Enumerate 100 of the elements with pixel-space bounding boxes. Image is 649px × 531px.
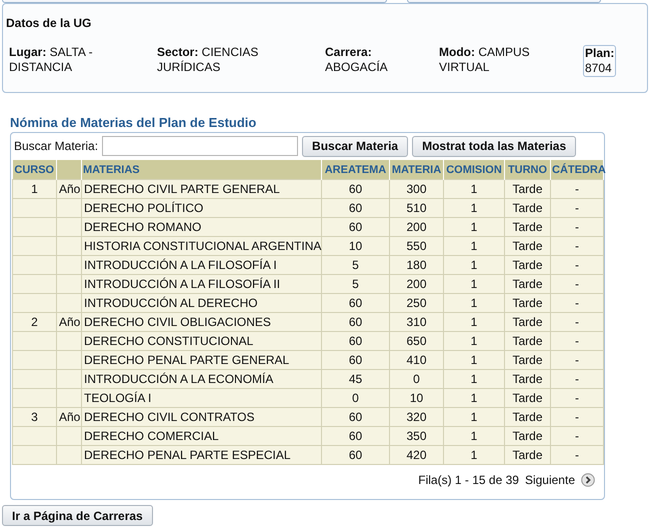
column-header[interactable]: CURSO [12, 160, 56, 180]
table-cell: - [550, 332, 604, 350]
table-cell: Año [56, 312, 82, 332]
table-cell: INTRODUCCIÓN A LA FILOSOFÍA I [82, 256, 322, 274]
table-cell [12, 426, 56, 446]
table-cell: DERECHO COMERCIAL [82, 426, 322, 446]
table-cell: - [550, 312, 604, 332]
table-cell: - [550, 218, 604, 236]
column-header[interactable]: MATERIA [390, 160, 444, 180]
table-cell: - [550, 350, 604, 370]
table-cell [12, 256, 56, 274]
column-header[interactable]: AREATEMA [322, 160, 390, 180]
table-cell: 60 [322, 332, 390, 350]
table-cell: 10 [322, 236, 390, 256]
table-cell: 45 [322, 370, 390, 388]
column-header[interactable]: MATERIAS [82, 160, 322, 180]
table-cell: Tarde [504, 312, 550, 332]
table-cell: DERECHO ROMANO [82, 218, 322, 236]
tab[interactable] [407, 0, 601, 3]
table-cell: Tarde [504, 446, 550, 464]
table-cell: 1 [444, 408, 504, 426]
table-cell: 60 [322, 426, 390, 446]
table-cell [56, 274, 82, 294]
table-cell [12, 198, 56, 218]
table-cell [56, 332, 82, 350]
table-cell [12, 332, 56, 350]
table-cell: - [550, 294, 604, 312]
table-cell: 1 [444, 370, 504, 388]
table-cell: 5 [322, 274, 390, 294]
search-button[interactable]: Mostrat toda las Materias [412, 136, 576, 156]
table-cell: 310 [390, 312, 444, 332]
table-cell: DERECHO CONSTITUCIONAL [82, 332, 322, 350]
table-cell: Tarde [504, 198, 550, 218]
table-cell: Tarde [504, 388, 550, 408]
table-cell: 1 [444, 256, 504, 274]
info-field: Sector: CIENCIAS JURÍDICAS [157, 45, 325, 77]
search-label: Buscar Materia: [14, 139, 98, 153]
table-cell: 0 [390, 370, 444, 388]
plan-field: Plan: 8704 [583, 45, 616, 77]
table-cell: - [550, 408, 604, 426]
table-cell: 510 [390, 198, 444, 218]
table-cell: DERECHO PENAL PARTE GENERAL [82, 350, 322, 370]
back-button[interactable]: Ir a Página de Carreras [2, 505, 153, 526]
table-cell: 200 [390, 218, 444, 236]
table-cell: INTRODUCCIÓN A LA ECONOMÍA [82, 370, 322, 388]
search-field[interactable] [102, 136, 298, 156]
table-cell: - [550, 274, 604, 294]
tab[interactable] [2, 0, 387, 3]
table-cell [56, 294, 82, 312]
table-cell: 60 [322, 198, 390, 218]
table-cell [56, 198, 82, 218]
table-cell: 60 [322, 218, 390, 236]
table-cell: - [550, 388, 604, 408]
table-cell: Tarde [504, 294, 550, 312]
table-cell: Tarde [504, 218, 550, 236]
table-cell: Tarde [504, 236, 550, 256]
table-cell: 60 [322, 294, 390, 312]
table-cell: 1 [444, 426, 504, 446]
table-cell: - [550, 236, 604, 256]
info-field: Modo: CAMPUS VIRTUAL [439, 45, 583, 77]
table-cell: Tarde [504, 256, 550, 274]
table-cell: Tarde [504, 274, 550, 294]
table-cell: 1 [444, 236, 504, 256]
table-cell: INTRODUCCIÓN AL DERECHO [82, 294, 322, 312]
section-title: Nómina de Materias del Plan de Estudio [10, 115, 258, 130]
table-cell: 1 [444, 446, 504, 464]
table-cell: 1 [444, 180, 504, 198]
table-cell: DERECHO CIVIL CONTRATOS [82, 408, 322, 426]
column-header[interactable] [56, 160, 82, 180]
table-cell: 5 [322, 256, 390, 274]
table-cell [12, 388, 56, 408]
info-field: Carrera: ABOGACÍA [325, 45, 425, 77]
table-cell: DERECHO CIVIL OBLIGACIONES [82, 312, 322, 332]
table-cell [56, 350, 82, 370]
table-cell [12, 370, 56, 388]
table-cell: - [550, 370, 604, 388]
column-header[interactable]: COMISION [444, 160, 504, 180]
table-cell: Año [56, 180, 82, 198]
table-cell: - [550, 180, 604, 198]
table-cell: DERECHO POLÍTICO [82, 198, 322, 218]
table-cell [12, 350, 56, 370]
table-cell [12, 274, 56, 294]
table-cell [12, 236, 56, 256]
table-cell: 350 [390, 426, 444, 446]
table-cell [12, 218, 56, 236]
table-cell: - [550, 446, 604, 464]
table-cell [12, 294, 56, 312]
table-cell [56, 426, 82, 446]
table-cell: - [550, 256, 604, 274]
next-link[interactable]: Siguiente [524, 473, 575, 487]
table-cell: Tarde [504, 350, 550, 370]
table-cell [56, 388, 82, 408]
table-cell: Tarde [504, 408, 550, 426]
table-cell [12, 446, 56, 464]
table-cell: TEOLOGÍA I [82, 388, 322, 408]
table-cell: 410 [390, 350, 444, 370]
table-cell: Año [56, 408, 82, 426]
column-header[interactable]: TURNO [504, 160, 550, 180]
next-icon[interactable] [581, 473, 595, 487]
search-button[interactable]: Buscar Materia [302, 136, 408, 156]
